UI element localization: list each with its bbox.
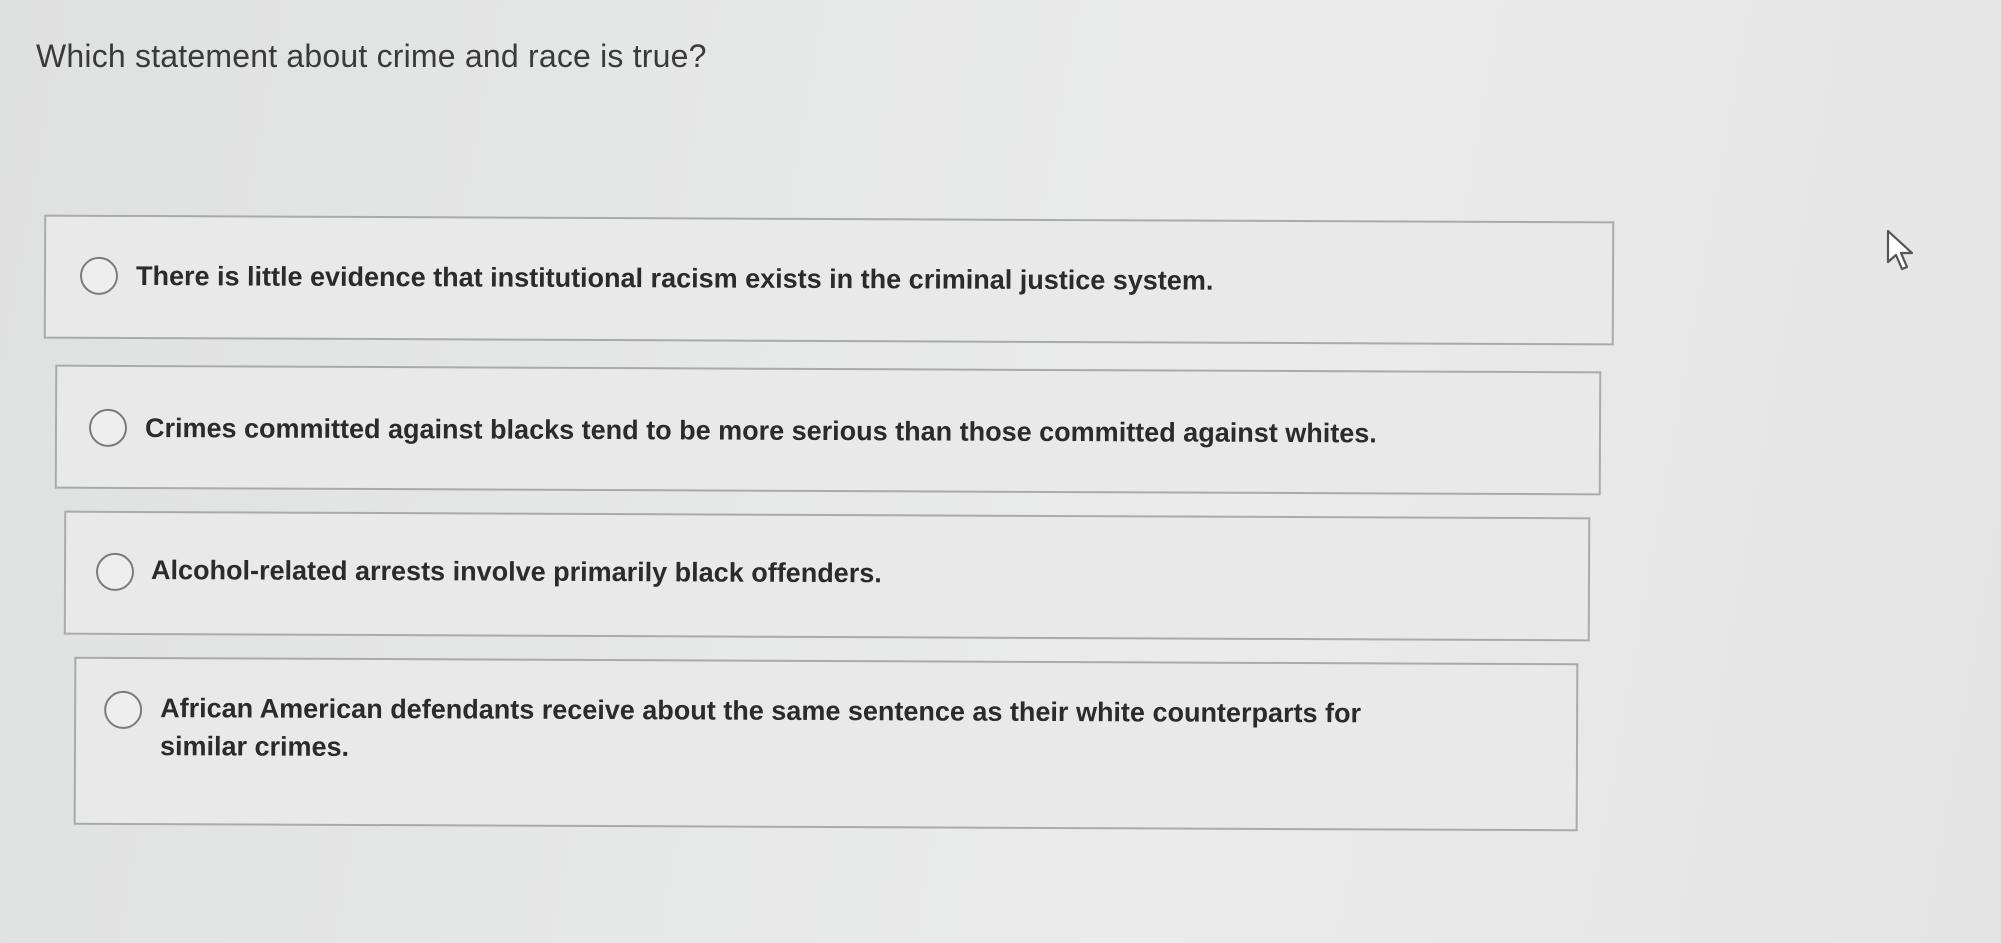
option-4-label: African American defendants receive abou… xyxy=(160,693,1362,729)
option-3-label: Alcohol-related arrests involve primaril… xyxy=(150,555,882,589)
option-2[interactable]: Crimes committed against blacks tend to … xyxy=(54,364,1602,496)
option-3[interactable]: Alcohol-related arrests involve primaril… xyxy=(63,510,1591,642)
radio-unchecked-icon[interactable] xyxy=(79,256,119,295)
radio-unchecked-icon[interactable] xyxy=(104,690,143,730)
option-1[interactable]: There is little evidence that institutio… xyxy=(43,214,1615,346)
option-4-label-line2: similar crimes. xyxy=(159,731,350,762)
question-text: Which statement about crime and race is … xyxy=(36,38,707,74)
mouse-pointer-icon xyxy=(1886,229,1914,271)
option-4[interactable]: African American defendants receive abou… xyxy=(73,656,1579,832)
radio-unchecked-icon[interactable] xyxy=(95,552,135,591)
radio-unchecked-icon[interactable] xyxy=(88,408,128,447)
option-2-label: Crimes committed against blacks tend to … xyxy=(144,413,1377,449)
option-1-label: There is little evidence that institutio… xyxy=(135,260,1214,296)
